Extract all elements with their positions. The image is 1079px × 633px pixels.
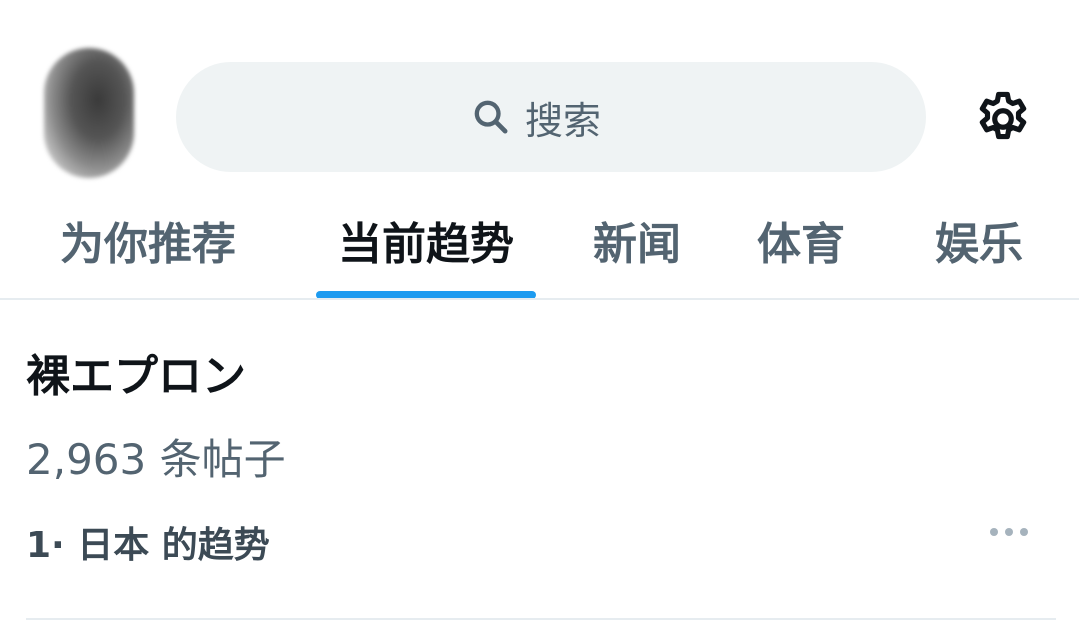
tab-bar: 为你推荐 当前趋势 新闻 体育 娱乐 (0, 190, 1079, 298)
gear-icon[interactable] (972, 88, 1034, 150)
trend-post-count: 2,963 条帖子 (26, 435, 286, 484)
more-icon[interactable] (990, 528, 1028, 536)
tab-label: 为你推荐 (60, 219, 236, 270)
search-icon (474, 100, 508, 134)
tab-trending[interactable]: 当前趋势 (316, 190, 536, 290)
tab-entertainment[interactable]: 娱乐 (914, 190, 1044, 290)
tab-for-you[interactable]: 为你推荐 (30, 190, 266, 290)
search-placeholder: 搜索 (524, 98, 601, 143)
tab-label: 当前趋势 (338, 219, 514, 270)
tab-label: 新闻 (593, 219, 681, 270)
trend-item[interactable]: 裸エプロン 2,963 条帖子 1· 日本 的趋势 (0, 300, 1079, 622)
trend-title: 裸エプロン (26, 351, 246, 402)
tab-sports[interactable]: 体育 (736, 190, 866, 290)
divider (26, 618, 1056, 620)
tab-label: 娱乐 (935, 219, 1023, 270)
search-bar[interactable]: 搜索 (176, 62, 926, 172)
avatar[interactable] (44, 48, 134, 178)
trend-context: 1· 日本 的趋势 (26, 525, 270, 566)
tab-news[interactable]: 新闻 (572, 190, 702, 290)
tab-label: 体育 (757, 219, 845, 270)
